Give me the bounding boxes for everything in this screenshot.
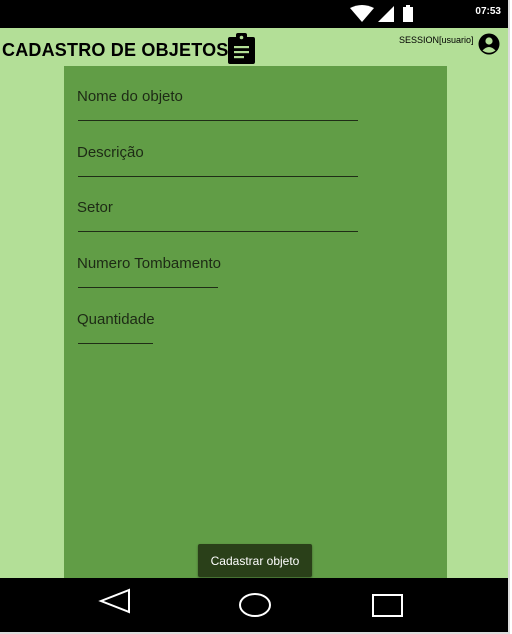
recents-icon[interactable]	[371, 593, 405, 619]
phone-screen: 07:53 CADASTRO DE OBJETOS SESSION[usuari…	[0, 0, 510, 634]
status-icons	[350, 5, 413, 22]
field-quantidade[interactable]: Quantidade	[77, 311, 155, 344]
account-circle-icon[interactable]	[478, 33, 500, 55]
navigation-bar	[0, 578, 508, 632]
field-nome-do-objeto[interactable]: Nome do objeto	[77, 88, 358, 121]
back-icon[interactable]	[98, 588, 132, 614]
battery-icon	[403, 7, 413, 22]
clipboard-icon	[228, 33, 255, 64]
field-underline[interactable]	[78, 231, 358, 232]
page-title: CADASTRO DE OBJETOS	[2, 40, 229, 60]
home-icon[interactable]	[237, 592, 273, 618]
field-numero-tombamento[interactable]: Numero Tombamento	[77, 255, 221, 288]
field-underline[interactable]	[78, 287, 218, 288]
field-label: Descrição	[77, 144, 144, 161]
field-label: Setor	[77, 199, 113, 216]
field-label: Numero Tombamento	[77, 255, 221, 272]
field-setor[interactable]: Setor	[77, 199, 358, 232]
field-label: Nome do objeto	[77, 88, 183, 105]
field-underline[interactable]	[78, 120, 358, 121]
cadastrar-objeto-button[interactable]: Cadastrar objeto	[198, 544, 312, 577]
wifi-icon	[350, 5, 374, 22]
field-label: Quantidade	[77, 311, 155, 328]
session-label: SESSION[usuario]	[399, 35, 474, 45]
status-time: 07:53	[475, 6, 501, 17]
signal-icon	[378, 6, 394, 22]
field-descricao[interactable]: Descrição	[77, 144, 358, 177]
status-bar: 07:53	[0, 0, 508, 28]
field-underline[interactable]	[78, 343, 153, 344]
form-panel: Nome do objeto Descrição Setor Numero To…	[64, 66, 447, 578]
field-underline[interactable]	[78, 176, 358, 177]
